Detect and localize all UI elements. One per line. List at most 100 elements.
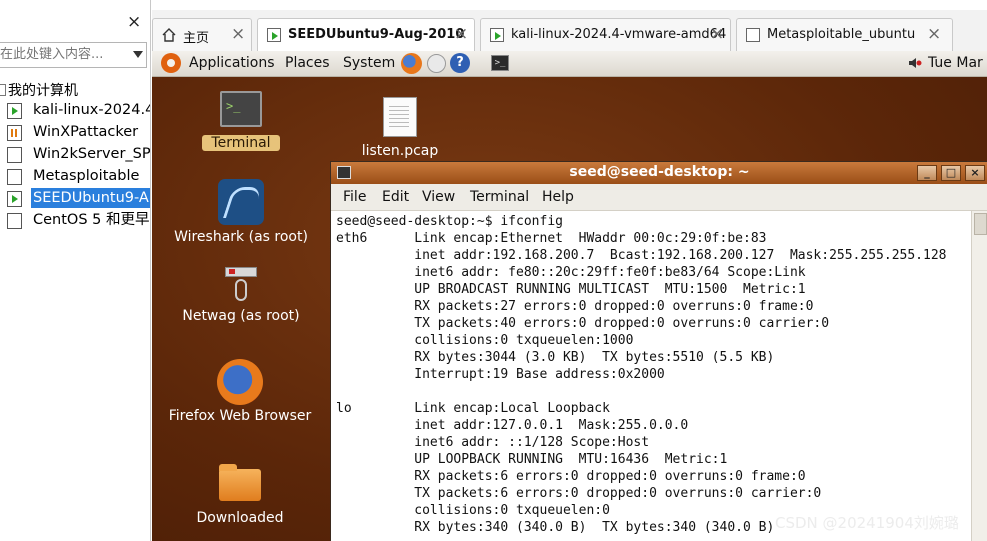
tab-close-icon[interactable]: × <box>710 24 724 44</box>
tree-root-label: 我的计算机 <box>8 83 78 99</box>
ubuntu-logo-icon[interactable] <box>161 53 181 73</box>
tree-root-my-computer[interactable]: 我的计算机 <box>0 80 78 100</box>
scrollbar-thumb[interactable] <box>974 213 987 235</box>
vm-item-label: Win2kServer_SP <box>33 146 151 162</box>
vm-play-icon <box>7 103 22 119</box>
terminal-line: inet addr:127.0.0.1 Mask:255.0.0.0 <box>336 418 689 433</box>
terminal-window[interactable]: seed@seed-desktop: ~ _ □ × File Edit Vie… <box>330 161 987 541</box>
desktop-icon-label: Wireshark (as root) <box>174 229 308 245</box>
terminal-scrollbar[interactable] <box>971 211 987 541</box>
menu-file[interactable]: File <box>343 189 366 205</box>
terminal-line: RX bytes:3044 (3.0 KB) TX bytes:5510 (5.… <box>336 350 775 365</box>
library-search[interactable] <box>0 42 147 68</box>
wireshark-icon <box>218 179 264 225</box>
desktop-icon-label: listen.pcap <box>361 143 439 159</box>
terminal-icon <box>220 91 262 127</box>
desktop-icon-wireshark[interactable]: Wireshark (as root) <box>172 179 310 247</box>
terminal-line: lo Link encap:Local Loopback <box>336 401 610 416</box>
tab-label: Metasploitable_ubuntu <box>767 27 916 42</box>
terminal-line: inet6 addr: fe80::20c:29ff:fe0f:be83/64 … <box>336 265 806 280</box>
vm-item-label: WinXPattacker <box>33 124 139 140</box>
guest-desktop[interactable]: Terminal listen.pcap Wireshark (as root)… <box>152 77 987 541</box>
vm-icon <box>7 147 22 163</box>
terminal-line: Interrupt:19 Base address:0x2000 <box>336 367 665 382</box>
terminal-titlebar[interactable]: seed@seed-desktop: ~ _ □ × <box>331 162 987 184</box>
tab-label: 主页 <box>183 31 210 46</box>
tab-close-icon[interactable]: × <box>927 24 941 44</box>
tab-close-icon[interactable]: × <box>231 24 245 44</box>
tab-metasploitable[interactable]: Metasploitable_ubuntu × <box>736 18 953 52</box>
desktop-icon-firefox[interactable]: Firefox Web Browser <box>160 359 320 427</box>
desktop-icon-label: Firefox Web Browser <box>168 408 312 424</box>
tab-kali[interactable]: kali-linux-2024.4-vmware-amd64 × <box>480 18 731 52</box>
panel-clock[interactable]: Tue Mar 1 <box>928 55 987 71</box>
tab-label: kali-linux-2024.4-vmware-amd64 <box>511 27 727 42</box>
vm-play-icon <box>7 191 22 207</box>
terminal-line: RX packets:27 errors:0 dropped:0 overrun… <box>336 299 814 314</box>
menu-system[interactable]: System <box>343 55 395 71</box>
firefox-icon <box>217 359 263 405</box>
desktop-icon-listen-pcap[interactable]: listen.pcap <box>356 97 444 161</box>
terminal-line: RX packets:6 errors:0 dropped:0 overruns… <box>336 469 806 484</box>
terminal-line: collisions:0 txqueuelen:0 <box>336 503 610 518</box>
tab-home[interactable]: 主页 × <box>152 18 252 52</box>
minimize-button[interactable]: _ <box>917 165 937 181</box>
menu-edit[interactable]: Edit <box>382 189 409 205</box>
library-sidebar: × 我的计算机 kali-linux-2024.4 WinXPattacker … <box>0 0 151 541</box>
menu-help[interactable]: Help <box>542 189 574 205</box>
terminal-line: inet addr:192.168.200.7 Bcast:192.168.20… <box>336 248 947 263</box>
terminal-line: TX packets:40 errors:0 dropped:0 overrun… <box>336 316 830 331</box>
terminal-menubar: File Edit View Terminal Help <box>331 184 987 211</box>
desktop-icon-label: Terminal <box>202 135 280 151</box>
tab-close-icon[interactable]: × <box>454 24 468 44</box>
terminal-line: UP BROADCAST RUNNING MULTICAST MTU:1500 … <box>336 282 806 297</box>
terminal-line: eth6 Link encap:Ethernet HWaddr 00:0c:29… <box>336 231 767 246</box>
vm-icon <box>7 169 22 185</box>
close-button[interactable]: × <box>965 165 985 181</box>
terminal-line: TX packets:6 errors:0 dropped:0 overruns… <box>336 486 822 501</box>
vm-play-icon <box>267 28 281 42</box>
terminal-line: collisions:0 txqueuelen:1000 <box>336 333 634 348</box>
firefox-launcher-icon[interactable] <box>401 53 422 74</box>
gnome-top-panel: Applications Places System ? >_ Tue Mar … <box>152 51 987 77</box>
desktop-icon-netwag[interactable]: Netwag (as root) <box>172 267 310 325</box>
terminal-line: seed@seed-desktop:~$ ifconfig <box>336 214 563 229</box>
tab-seedubuntu[interactable]: SEEDUbuntu9-Aug-2010 × <box>257 18 475 53</box>
home-icon <box>162 28 176 42</box>
menu-applications[interactable]: Applications <box>189 55 275 71</box>
tree-line-icon <box>0 84 6 96</box>
guest-screen[interactable]: Applications Places System ? >_ Tue Mar … <box>152 51 987 541</box>
vm-item-label: CentOS 5 和更早 <box>33 212 150 228</box>
desktop-icon-downloaded[interactable]: Downloaded <box>182 464 298 527</box>
terminal-output[interactable]: seed@seed-desktop:~$ ifconfig eth6 Link e… <box>331 211 971 541</box>
menu-view[interactable]: View <box>422 189 455 205</box>
netwag-icon <box>225 267 257 303</box>
volume-icon[interactable] <box>908 56 922 70</box>
vm-item-label: Metasploitable <box>33 168 140 184</box>
vm-icon <box>746 28 760 42</box>
desktop-icon-terminal[interactable]: Terminal <box>202 91 280 153</box>
vm-item-label: kali-linux-2024.4 <box>33 102 151 118</box>
menu-places[interactable]: Places <box>285 55 330 71</box>
search-input[interactable] <box>0 45 124 63</box>
terminal-line: inet6 addr: ::1/128 Scope:Host <box>336 435 650 450</box>
terminal-line: UP LOOPBACK RUNNING MTU:16436 Metric:1 <box>336 452 728 467</box>
terminal-line: RX bytes:340 (340.0 B) TX bytes:340 (340… <box>336 520 775 535</box>
file-icon <box>383 97 417 137</box>
chevron-down-icon[interactable] <box>133 51 143 58</box>
terminal-title: seed@seed-desktop: ~ <box>569 164 750 180</box>
terminal-launcher-icon[interactable]: >_ <box>491 55 509 71</box>
vm-icon <box>7 213 22 229</box>
desktop-icon-label: Downloaded <box>196 510 284 526</box>
tab-label: SEEDUbuntu9-Aug-2010 <box>288 27 465 42</box>
maximize-button[interactable]: □ <box>941 165 961 181</box>
vm-tab-bar: 主页 × SEEDUbuntu9-Aug-2010 × kali-linux-2… <box>152 10 987 53</box>
vm-item-label: SEEDUbuntu9-A <box>31 188 150 208</box>
desktop-icon-label: Netwag (as root) <box>182 308 300 324</box>
watermark: CSDN @20241904刘婉璐 <box>775 514 959 532</box>
help-icon[interactable]: ? <box>450 53 470 73</box>
close-icon[interactable]: × <box>127 14 141 31</box>
mail-launcher-icon[interactable] <box>427 54 446 73</box>
menu-terminal[interactable]: Terminal <box>470 189 529 205</box>
folder-icon <box>219 464 261 501</box>
